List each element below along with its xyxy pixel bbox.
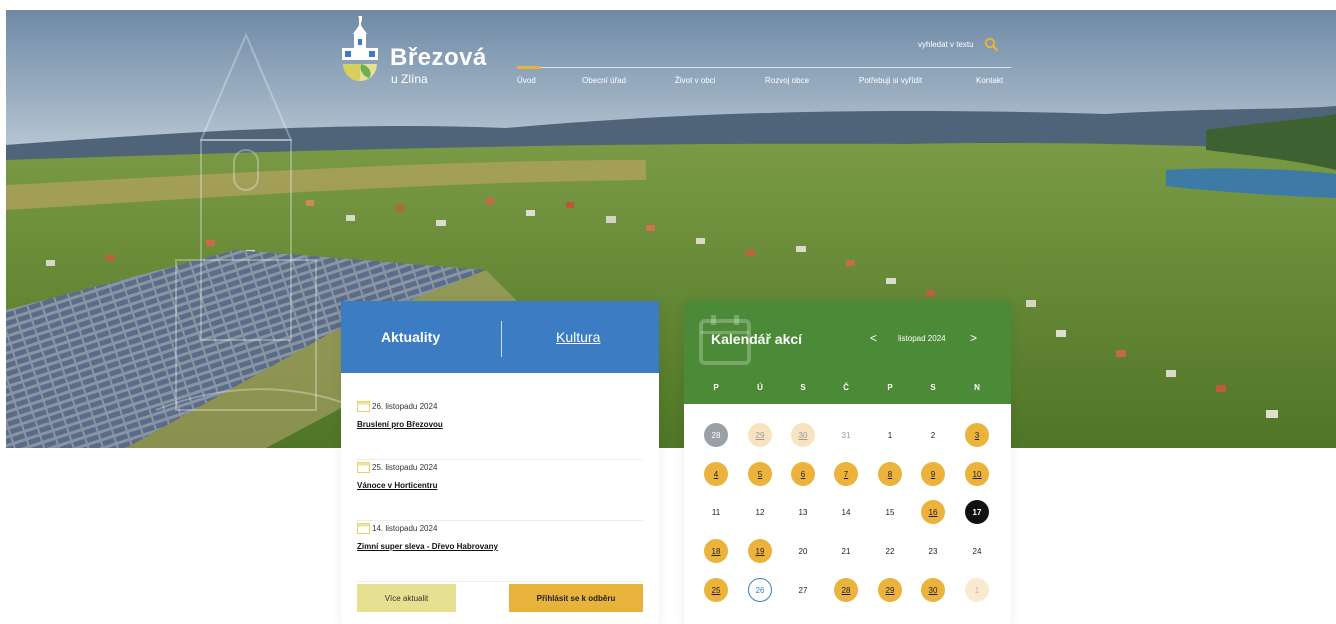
weekday-label: P [713,383,719,392]
search-link[interactable]: vyhledat v textu [918,37,998,51]
nav-active-indicator [517,66,541,69]
calendar-day[interactable]: 7 [834,462,858,486]
search-label[interactable]: vyhledat v textu [918,40,974,49]
calendar-day[interactable]: 26 [748,578,772,602]
tab-aktuality[interactable]: Aktuality [381,329,440,345]
news-date-row: 14. listopadu 2024 [357,522,437,534]
calendar-icon [357,462,370,473]
nav-item-kontakt[interactable]: Kontakt [976,76,1003,85]
calendar-day[interactable]: 23 [921,539,945,563]
site-subtitle: u Zlína [391,72,428,86]
nav-item-rozvoj-obce[interactable]: Rozvoj obce [765,76,809,85]
nav-divider [517,67,1011,68]
events-calendar: Kalendář akcí < listopad 2024 > P Ú S Č … [684,301,1011,624]
calendar-day[interactable]: 11 [704,500,728,524]
calendar-day[interactable]: 18 [704,539,728,563]
weekday-label: S [930,383,936,392]
calendar-day[interactable]: 31 [834,423,858,447]
calendar-day[interactable]: 9 [921,462,945,486]
calendar-day[interactable]: 22 [878,539,902,563]
calendar-day[interactable]: 29 [878,578,902,602]
news-date-row: 26. listopadu 2024 [357,400,437,412]
news-date: 14. listopadu 2024 [372,523,438,533]
news-card: Aktuality Kultura 26. listopadu 2024 Bru… [341,301,659,624]
site-header: Březová u Zlína vyhledat v textu Úvod Ob… [0,0,1336,100]
calendar-icon [357,401,370,412]
tab-kultura[interactable]: Kultura [556,329,600,345]
weekday-label: Č [843,383,849,392]
news-date-row: 25. listopadu 2024 [357,461,437,473]
nav-item-potrebuji-si-vyridit[interactable]: Potřebuji si vyřídit [859,76,922,85]
calendar-day[interactable]: 2 [921,423,945,447]
news-title-link[interactable]: Vánoce v Horticentru [357,481,437,490]
main-nav: Úvod Obecní úřad Život v obci Rozvoj obc… [517,76,1011,88]
calendar-day[interactable]: 12 [748,500,772,524]
news-date: 26. listopadu 2024 [372,401,438,411]
weekday-label: S [800,383,806,392]
calendar-day[interactable]: 13 [791,500,815,524]
prev-month-button[interactable]: < [870,331,877,345]
news-date: 25. listopadu 2024 [372,462,438,472]
calendar-day[interactable]: 27 [791,578,815,602]
calendar-day[interactable]: 17 [965,500,989,524]
nav-item-uvod[interactable]: Úvod [517,76,536,85]
site-name[interactable]: Březová [390,44,487,72]
search-icon[interactable] [984,37,998,51]
news-title-link[interactable]: Bruslení pro Březovou [357,420,443,429]
tab-divider [501,321,502,357]
calendar-month: listopad 2024 [898,334,946,343]
calendar-day[interactable]: 30 [791,423,815,447]
calendar-day[interactable]: 20 [791,539,815,563]
nav-item-zivot-v-obci[interactable]: Život v obci [675,76,715,85]
village-logo-icon[interactable] [339,14,381,86]
weekday-label: P [887,383,893,392]
news-item: 26. listopadu 2024 Bruslení pro Březovou [357,400,643,460]
calendar-day[interactable]: 1 [965,578,989,602]
calendar-day[interactable]: 8 [878,462,902,486]
calendar-day[interactable]: 6 [791,462,815,486]
calendar-day[interactable]: 30 [921,578,945,602]
news-tabs: Aktuality Kultura [341,301,659,373]
weekday-label: Ú [757,383,763,392]
more-news-button[interactable]: Více aktualit [357,584,456,612]
next-month-button[interactable]: > [970,331,977,345]
news-item: 14. listopadu 2024 Zimní super sleva - D… [357,522,643,582]
calendar-day[interactable]: 24 [965,539,989,563]
calendar-day[interactable]: 16 [921,500,945,524]
subscribe-button[interactable]: Přihlásit se k odběru [509,584,643,612]
calendar-day[interactable]: 28 [704,423,728,447]
calendar-day[interactable]: 4 [704,462,728,486]
calendar-day[interactable]: 10 [965,462,989,486]
calendar-icon [357,523,370,534]
calendar-day[interactable]: 1 [878,423,902,447]
calendar-day[interactable]: 29 [748,423,772,447]
calendar-day[interactable]: 21 [834,539,858,563]
calendar-day[interactable]: 25 [704,578,728,602]
nav-item-obecni-urad[interactable]: Obecní úřad [582,76,626,85]
calendar-title: Kalendář akcí [711,331,803,347]
calendar-header: Kalendář akcí < listopad 2024 > P Ú S Č … [684,301,1011,404]
weekday-label: N [974,383,980,392]
news-item: 25. listopadu 2024 Vánoce v Horticentru [357,461,643,521]
calendar-day[interactable]: 15 [878,500,902,524]
calendar-day[interactable]: 28 [834,578,858,602]
calendar-day[interactable]: 3 [965,423,989,447]
calendar-day[interactable]: 5 [748,462,772,486]
calendar-day[interactable]: 19 [748,539,772,563]
calendar-day[interactable]: 14 [834,500,858,524]
news-title-link[interactable]: Zimní super sleva - Dřevo Habrovany [357,542,498,551]
